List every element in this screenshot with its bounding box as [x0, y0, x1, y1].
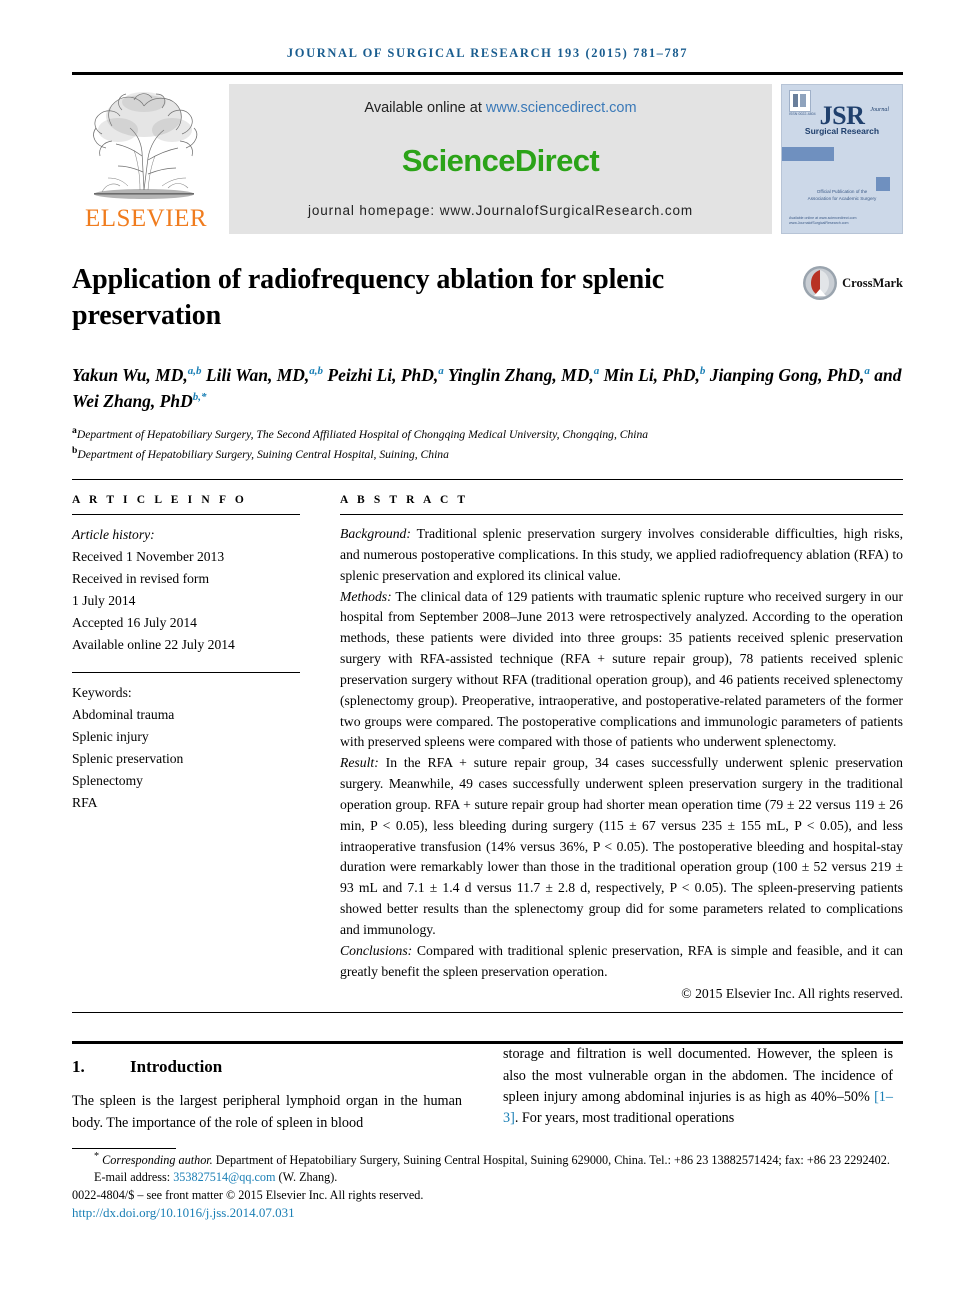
introduction-right-text: storage and filtration is well documente… — [503, 1044, 893, 1129]
email-line: E-mail address: 353827514@qq.com (W. Zha… — [72, 1169, 903, 1186]
corresponding-author-text: Department of Hepatobiliary Surgery, Sui… — [212, 1153, 890, 1168]
section-title-introduction: 1. Introduction — [72, 1057, 462, 1077]
article-history-label: Article history: — [72, 527, 155, 543]
cover-foot-line2: www.JournalofSurgicalResearch.com — [789, 221, 849, 226]
abstract-column: A B S T R A C T Background: Traditional … — [340, 494, 903, 1002]
abstract-section-text: Traditional splenic preservation surgery… — [340, 526, 903, 583]
history-item: Accepted 16 July 2014 — [72, 615, 197, 631]
abstract-section-label: Conclusions: — [340, 942, 413, 958]
cover-official-line1: Official Publication of the — [816, 189, 868, 194]
section-name: Introduction — [130, 1057, 223, 1077]
available-online-line: Available online at www.sciencedirect.co… — [364, 100, 636, 116]
email-link[interactable]: 353827514@qq.com — [173, 1170, 275, 1184]
article-history: Article history: Received 1 November 201… — [72, 524, 300, 656]
info-section-divider — [72, 479, 903, 481]
cover-official-publication: Official Publication of the Association … — [782, 189, 902, 203]
history-item: Received 1 November 2013 — [72, 549, 225, 565]
elsevier-wordmark: ELSEVIER — [84, 205, 208, 232]
crossmark-label: CrossMark — [842, 275, 903, 290]
cover-decor-band-left — [782, 147, 834, 161]
author-list: Yakun Wu, MD,a,b Lili Wan, MD,a,b Peizhi… — [72, 364, 902, 412]
email-label: E-mail address: — [94, 1170, 174, 1185]
history-item: Available online 22 July 2014 — [72, 637, 235, 653]
article-info-rule — [72, 514, 300, 516]
introduction-left-column: 1. Introduction The spleen is the larges… — [72, 1044, 462, 1149]
keywords-list: Keywords: Abdominal trauma Splenic injur… — [72, 682, 300, 814]
page-title: Application of radiofrequency ablation f… — [72, 264, 665, 331]
keyword-item: Abdominal trauma — [72, 707, 175, 723]
cover-footer: Available online at www.sciencedirect.co… — [789, 216, 856, 228]
abstract-section-text: In the RFA + suture repair group, 34 cas… — [340, 755, 903, 937]
corresponding-marker: * — [94, 1151, 100, 1162]
elsevier-tree-icon — [93, 92, 198, 199]
keyword-item: RFA — [72, 795, 98, 811]
journal-article-page: JOURNAL OF SURGICAL RESEARCH 193 (2015) … — [0, 0, 975, 1305]
sciencedirect-url-link[interactable]: www.sciencedirect.com — [486, 100, 637, 116]
running-head: JOURNAL OF SURGICAL RESEARCH 193 (2015) … — [286, 46, 689, 60]
keyword-item: Splenectomy — [72, 773, 143, 789]
available-online-prefix: Available online at — [364, 100, 486, 116]
introduction-columns: 1. Introduction The spleen is the larges… — [72, 1044, 903, 1149]
abstract-section: Methods: The clinical data of 129 patien… — [340, 587, 903, 754]
abstract-bottom-rule — [72, 1012, 903, 1014]
affiliation-text: Department of Hepatobiliary Surgery, The… — [76, 427, 649, 441]
doi-line: http://dx.doi.org/10.1016/j.jss.2014.07.… — [72, 1204, 903, 1222]
abstract-heading: A B S T R A C T — [340, 494, 469, 507]
intro-right-before-ref: storage and filtration is well documente… — [503, 1046, 893, 1105]
cover-subtitle: Surgical Research — [804, 126, 880, 136]
article-info-heading: A R T I C L E I N F O — [72, 494, 247, 507]
journal-cover-thumbnail[interactable]: ISSN 0022-4804 JSR Journal Surgical Rese… — [781, 84, 903, 234]
introduction-right-column: storage and filtration is well documente… — [503, 1044, 893, 1149]
keyword-item: Splenic preservation — [72, 751, 184, 767]
affiliation-text: Department of Hepatobiliary Surgery, Sui… — [77, 447, 449, 461]
abstract-rule — [340, 514, 903, 516]
header-divider — [72, 72, 903, 75]
email-suffix: (W. Zhang). — [275, 1170, 338, 1185]
intro-right-after-ref: . For years, most traditional operations — [514, 1110, 735, 1127]
abstract-copyright: © 2015 Elsevier Inc. All rights reserved… — [681, 986, 903, 1002]
abstract-section: Result: In the RFA + suture repair group… — [340, 753, 903, 940]
cover-official-line2: Association for Academic Surgery — [807, 195, 877, 201]
crossmark-badge[interactable]: CrossMark — [802, 265, 903, 301]
corresponding-author-line: * Corresponding author. Department of He… — [72, 1150, 903, 1169]
footnote-rule — [72, 1147, 176, 1149]
history-item: Received in revised form — [72, 571, 210, 587]
masthead: ELSEVIER Available online at www.science… — [72, 84, 903, 234]
info-abstract-columns: A R T I C L E I N F O Article history: R… — [72, 494, 903, 1002]
journal-homepage-line[interactable]: journal homepage: www.JournalofSurgicalR… — [308, 203, 693, 218]
affiliation-item: bDepartment of Hepatobiliary Surgery, Su… — [72, 444, 903, 464]
corresponding-author-label: Corresponding author. — [102, 1153, 213, 1168]
abstract-section-label: Background: — [340, 526, 411, 542]
affiliation-item: aDepartment of Hepatobiliary Surgery, Th… — [72, 424, 903, 444]
article-info-column: A R T I C L E I N F O Article history: R… — [72, 494, 300, 1002]
introduction-left-text: The spleen is the largest peripheral lym… — [72, 1093, 462, 1131]
abstract-section-label: Methods: — [340, 588, 392, 604]
history-item: 1 July 2014 — [72, 593, 136, 609]
affiliations: aDepartment of Hepatobiliary Surgery, Th… — [72, 424, 903, 463]
keywords-rule — [72, 672, 300, 674]
doi-link[interactable]: http://dx.doi.org/10.1016/j.jss.2014.07.… — [72, 1205, 295, 1220]
crossmark-icon — [803, 266, 838, 300]
sciencedirect-banner: Available online at www.sciencedirect.co… — [229, 84, 772, 234]
abstract-section: Conclusions: Compared with traditional s… — [340, 941, 903, 983]
cover-journal-word: Journal — [870, 107, 889, 113]
abstract-section-text: Compared with traditional splenic preser… — [340, 942, 903, 979]
section-number: 1. — [72, 1057, 85, 1077]
elsevier-logo: ELSEVIER — [72, 84, 220, 234]
title-row: Application of radiofrequency ablation f… — [72, 262, 903, 334]
keywords-label: Keywords: — [72, 685, 132, 701]
issn-front-matter-line: 0022-4804/$ – see front matter © 2015 El… — [72, 1187, 424, 1202]
page-footnote: * Corresponding author. Department of He… — [72, 1150, 903, 1223]
abstract-body: Background: Traditional splenic preserva… — [340, 524, 903, 982]
abstract-section-label: Result: — [340, 755, 379, 771]
sciencedirect-logo: ScienceDirect — [401, 143, 600, 178]
abstract-section: Background: Traditional splenic preserva… — [340, 524, 903, 586]
keyword-item: Splenic injury — [72, 729, 149, 745]
abstract-section-text: The clinical data of 129 patients with t… — [340, 588, 903, 750]
